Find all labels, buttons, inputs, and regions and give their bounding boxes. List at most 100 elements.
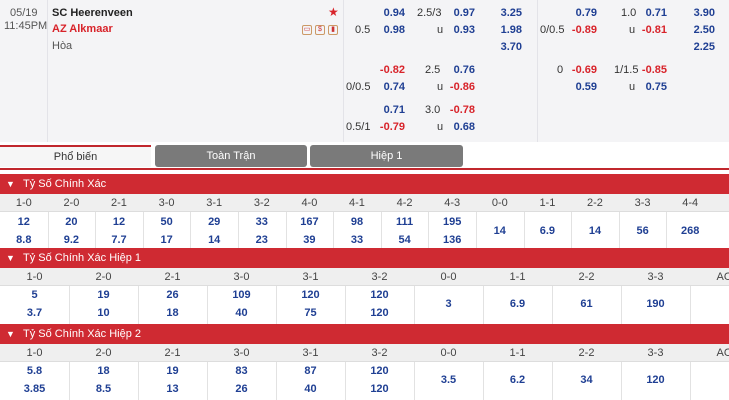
score-odds-reverse[interactable]: 40: [207, 307, 276, 320]
h1-1x2-away[interactable]: 2.50: [675, 24, 715, 37]
score-odds[interactable]: 87: [276, 365, 345, 378]
h1-ou-over[interactable]: 0.71: [627, 7, 667, 20]
score-odds-reverse[interactable]: 7.7: [95, 234, 143, 247]
score-odds[interactable]: 12: [0, 216, 48, 229]
score-odds[interactable]: 56: [619, 225, 667, 238]
tv-icon[interactable]: ▭: [302, 25, 312, 35]
score-odds[interactable]: 12: [95, 216, 143, 229]
score-odds-reverse[interactable]: 75: [276, 307, 345, 320]
score-odds[interactable]: 26: [138, 289, 207, 302]
section-header[interactable]: ▼ Tỷ Số Chính Xác Hiệp 2: [0, 324, 729, 344]
score-odds[interactable]: 5: [0, 289, 69, 302]
score-odds[interactable]: 83: [207, 365, 276, 378]
score-odds[interactable]: 20: [48, 216, 96, 229]
ft-hdp2-home[interactable]: -0.82: [365, 64, 405, 77]
score-odds-reverse[interactable]: 17: [143, 234, 191, 247]
h1-1x2-draw[interactable]: 2.25: [675, 41, 715, 54]
score-odds[interactable]: 19: [138, 365, 207, 378]
score-odds[interactable]: 34: [552, 374, 621, 387]
score-odds[interactable]: 14: [476, 225, 524, 238]
h1-ou2-over[interactable]: -0.85: [627, 64, 667, 77]
score-odds-reverse[interactable]: 8.5: [69, 383, 138, 396]
score-odds[interactable]: 98: [333, 216, 381, 229]
ft-hdp3-away[interactable]: -0.79: [365, 121, 405, 134]
score-odds[interactable]: 111: [381, 216, 429, 229]
stats-icon[interactable]: ▮: [328, 25, 338, 35]
score-odds[interactable]: 120: [276, 289, 345, 302]
score-odds[interactable]: 120: [345, 365, 414, 378]
money-icon[interactable]: $: [315, 25, 325, 35]
score-odds[interactable]: 3.5: [414, 374, 483, 387]
collapse-arrow-icon[interactable]: ▼: [6, 324, 15, 344]
away-team[interactable]: AZ Alkmaar: [52, 23, 113, 36]
score-odds[interactable]: 195: [428, 216, 476, 229]
tab-popular[interactable]: Phổ biến: [0, 145, 151, 167]
score-odds-reverse[interactable]: 33: [333, 234, 381, 247]
tab-full-match[interactable]: Toàn Trận: [155, 145, 307, 167]
score-odds[interactable]: 18: [69, 365, 138, 378]
collapse-arrow-icon[interactable]: ▼: [6, 248, 15, 268]
ft-ou3-over[interactable]: -0.78: [435, 104, 475, 117]
h1-1x2-home[interactable]: 3.90: [675, 7, 715, 20]
ft-1x2-away[interactable]: 1.98: [482, 24, 522, 37]
score-odds-reverse[interactable]: 120: [345, 383, 414, 396]
ft-ou-under[interactable]: 0.93: [435, 24, 475, 37]
score-odds[interactable]: 268: [666, 225, 714, 238]
score-odds[interactable]: 6.9: [483, 298, 552, 311]
score-odds-reverse[interactable]: 3.85: [0, 383, 69, 396]
ft-1x2-draw[interactable]: 3.70: [482, 41, 522, 54]
score-label: AO: [716, 271, 729, 283]
score-odds[interactable]: 50: [143, 216, 191, 229]
ft-ou2-over[interactable]: 0.76: [435, 64, 475, 77]
collapse-arrow-icon[interactable]: ▼: [6, 174, 15, 194]
score-odds-reverse[interactable]: 9.2: [48, 234, 96, 247]
score-odds[interactable]: 190: [621, 298, 690, 311]
score-odds[interactable]: 14: [571, 225, 619, 238]
score-odds-reverse[interactable]: 23: [238, 234, 286, 247]
ft-hdp-away[interactable]: 0.98: [365, 24, 405, 37]
score-odds[interactable]: 120: [345, 289, 414, 302]
score-odds-reverse[interactable]: 120: [345, 307, 414, 320]
score-odds-reverse[interactable]: 13: [138, 383, 207, 396]
score-odds-reverse[interactable]: 14: [190, 234, 238, 247]
score-odds[interactable]: 33: [238, 216, 286, 229]
section-header[interactable]: ▼ Tỷ Số Chính Xác Hiệp 1: [0, 248, 729, 268]
score-label: 4-4: [682, 197, 699, 209]
score-odds-reverse[interactable]: 39: [286, 234, 334, 247]
ft-hdp3-home[interactable]: 0.71: [365, 104, 405, 117]
ft-1x2-home[interactable]: 3.25: [482, 7, 522, 20]
h1-hdp2-away[interactable]: 0.59: [557, 81, 597, 94]
tab-first-half[interactable]: Hiệp 1: [310, 145, 463, 167]
score-odds[interactable]: 120: [621, 374, 690, 387]
score-odds[interactable]: 19: [69, 289, 138, 302]
score-odds[interactable]: 6.9: [524, 225, 572, 238]
score-odds[interactable]: 29: [190, 216, 238, 229]
score-odds[interactable]: 61: [552, 298, 621, 311]
ft-ou3-under[interactable]: 0.68: [435, 121, 475, 134]
h1-ou2-under[interactable]: 0.75: [627, 81, 667, 94]
score-odds-reverse[interactable]: 8.8: [0, 234, 48, 247]
score-odds-reverse[interactable]: 18: [138, 307, 207, 320]
h1-hdp-home[interactable]: 0.79: [557, 7, 597, 20]
score-odds[interactable]: 5.8: [0, 365, 69, 378]
score-odds-reverse[interactable]: 54: [381, 234, 429, 247]
ft-hdp2-away[interactable]: 0.74: [365, 81, 405, 94]
favorite-star-icon[interactable]: ★: [328, 5, 339, 19]
home-team[interactable]: SC Heerenveen: [52, 7, 133, 20]
score-odds-reverse[interactable]: 26: [207, 383, 276, 396]
h1-ou-under[interactable]: -0.81: [627, 24, 667, 37]
score-odds-reverse[interactable]: 136: [428, 234, 476, 247]
h1-hdp2-home[interactable]: -0.69: [557, 64, 597, 77]
score-odds[interactable]: 167: [286, 216, 334, 229]
score-odds-reverse[interactable]: 3.7: [0, 307, 69, 320]
score-odds[interactable]: 6.2: [483, 374, 552, 387]
ft-ou2-under[interactable]: -0.86: [435, 81, 475, 94]
h1-hdp-away[interactable]: -0.89: [557, 24, 597, 37]
ft-ou-over[interactable]: 0.97: [435, 7, 475, 20]
score-odds-reverse[interactable]: 40: [276, 383, 345, 396]
section-header[interactable]: ▼ Tỷ Số Chính Xác: [0, 174, 729, 194]
ft-hdp-home[interactable]: 0.94: [365, 7, 405, 20]
score-odds-reverse[interactable]: 10: [69, 307, 138, 320]
score-odds[interactable]: 3: [414, 298, 483, 311]
score-odds[interactable]: 109: [207, 289, 276, 302]
